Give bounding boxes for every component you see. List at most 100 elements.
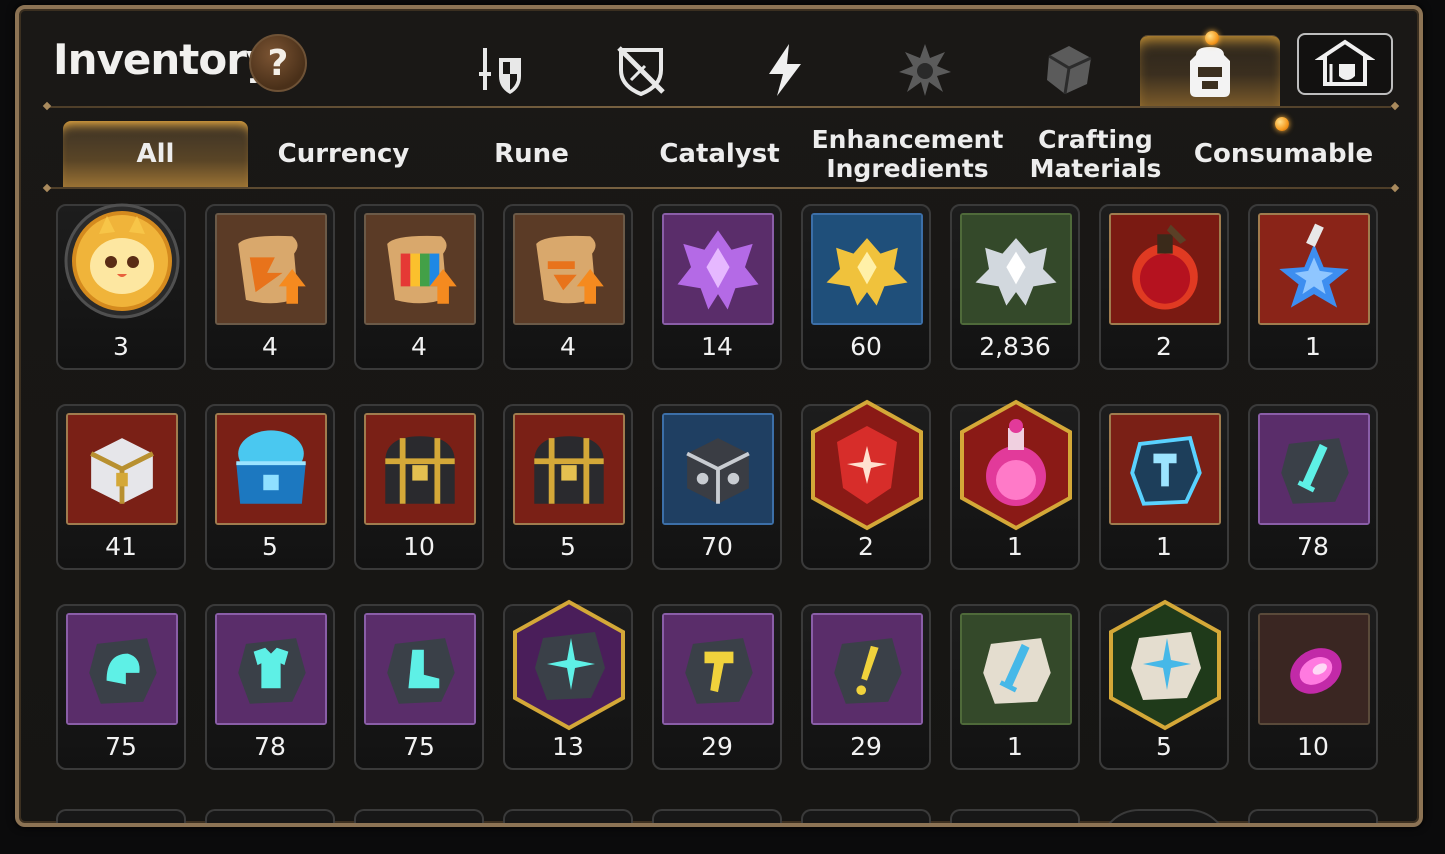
subtab-crafting-materials[interactable]: Crafting Materials	[1003, 121, 1188, 187]
divider-end	[1390, 183, 1400, 193]
tab-guild-hall[interactable]	[1297, 33, 1393, 95]
item-count: 13	[552, 732, 584, 761]
item-slot[interactable]: 1	[950, 604, 1080, 770]
item-slot[interactable]: 13	[503, 599, 633, 770]
item-slot-partial[interactable]	[56, 809, 186, 823]
item-slot[interactable]: 70	[652, 404, 782, 570]
item-count: 1	[1007, 732, 1023, 761]
item-slot[interactable]: 78	[205, 604, 335, 770]
gold-chest-icon	[366, 415, 474, 523]
item-count: 75	[105, 732, 137, 761]
item-slot[interactable]: 78	[1248, 404, 1378, 570]
subtab-rune[interactable]: Rune	[439, 121, 624, 187]
item-count: 1	[1305, 332, 1321, 361]
item-slot[interactable]: 1	[950, 399, 1080, 570]
item-slot[interactable]: 14	[652, 204, 782, 370]
item-count: 75	[403, 732, 435, 761]
inventory-panel: Inventory ? All Currency Rune Catalyst E…	[15, 5, 1423, 827]
item-slot-partial[interactable]	[205, 809, 335, 823]
item-slot[interactable]: 4	[205, 204, 335, 370]
subtab-all[interactable]: All	[63, 121, 248, 187]
item-count: 4	[262, 332, 278, 361]
item-slot[interactable]: 29	[801, 604, 931, 770]
backpack-icon	[1190, 47, 1230, 97]
item-slot[interactable]: 75	[56, 604, 186, 770]
star-stone-icon	[513, 599, 625, 731]
subtab-catalyst[interactable]: Catalyst	[627, 121, 812, 187]
hammer-stone-icon	[664, 615, 772, 723]
page-title: Inventory	[53, 35, 273, 84]
item-slot[interactable]: 75	[354, 604, 484, 770]
silver-crystal-icon	[962, 215, 1070, 323]
frame-corner	[1399, 9, 1419, 29]
tab-gear-burst[interactable]	[855, 35, 995, 105]
item-count: 3	[113, 332, 129, 361]
item-slot[interactable]: 1	[1099, 404, 1229, 570]
frame-corner	[19, 9, 39, 29]
tab-sword-shield[interactable]	[431, 35, 571, 105]
tab-backpack[interactable]	[1140, 35, 1280, 106]
item-slot[interactable]: 4	[354, 204, 484, 370]
item-slot-partial[interactable]	[1099, 809, 1229, 823]
item-slot[interactable]: 1	[1248, 204, 1378, 370]
red-gem-icon	[811, 399, 923, 531]
rainbow-scroll-icon	[366, 215, 474, 323]
item-slot[interactable]: 2	[1099, 204, 1229, 370]
item-slot[interactable]: 10	[1248, 604, 1378, 770]
subtab-enhancement-ingredients[interactable]: Enhancement Ingredients	[812, 121, 1004, 187]
frame-corner	[1399, 803, 1419, 823]
white-star-stone-icon	[1109, 599, 1221, 731]
gold-crystal-icon	[813, 215, 921, 323]
notification-dot	[1275, 117, 1289, 131]
broken-shield-icon	[617, 46, 665, 97]
item-slot-partial[interactable]	[950, 809, 1080, 823]
steel-box-icon	[664, 415, 772, 523]
item-count: 10	[1297, 732, 1329, 761]
lightning-icon	[769, 44, 801, 96]
tab-lightning[interactable]	[715, 35, 855, 105]
sword-shield-icon	[479, 48, 521, 94]
item-slot[interactable]: 3	[56, 203, 186, 370]
item-count: 29	[850, 732, 882, 761]
helmet-stone-icon	[68, 615, 176, 723]
item-count: 1	[1156, 532, 1172, 561]
item-count: 2	[1156, 332, 1172, 361]
item-slot[interactable]: 41	[56, 404, 186, 570]
subtab-consumable[interactable]: Consumable	[1191, 121, 1376, 187]
item-slot-partial[interactable]	[652, 809, 782, 823]
item-slot[interactable]: 10	[354, 404, 484, 570]
item-count: 70	[701, 532, 733, 561]
item-slot-partial[interactable]	[503, 809, 633, 823]
hammer-rune-icon	[1111, 415, 1219, 523]
pink-flask-icon	[960, 399, 1072, 531]
item-slot[interactable]: 5	[205, 404, 335, 570]
item-count: 29	[701, 732, 733, 761]
item-slot[interactable]: 5	[1099, 599, 1229, 770]
tab-broken-shield[interactable]	[571, 35, 711, 105]
upgrade-scroll-icon	[515, 215, 623, 323]
item-slot-partial[interactable]	[801, 809, 931, 823]
item-slot[interactable]: 2	[801, 399, 931, 570]
tab-cube[interactable]	[999, 35, 1139, 105]
pink-orb-icon	[1260, 615, 1368, 723]
item-slot[interactable]: 2,836	[950, 204, 1080, 370]
item-count: 4	[411, 332, 427, 361]
divider-end	[42, 183, 52, 193]
divider	[47, 106, 1391, 108]
boot-stone-icon	[366, 615, 474, 723]
help-button[interactable]: ?	[249, 34, 307, 92]
item-slot[interactable]: 29	[652, 604, 782, 770]
item-slot[interactable]: 5	[503, 404, 633, 570]
item-count: 5	[1156, 732, 1172, 761]
divider-end	[42, 101, 52, 111]
gold-chest-icon	[515, 415, 623, 523]
purple-crystal-icon	[664, 215, 772, 323]
blue-chest-icon	[217, 415, 325, 523]
subtab-currency[interactable]: Currency	[251, 121, 436, 187]
item-slot-partial[interactable]	[1248, 809, 1378, 823]
item-slot-partial[interactable]	[354, 809, 484, 823]
item-slot[interactable]: 4	[503, 204, 633, 370]
item-slot[interactable]: 60	[801, 204, 931, 370]
divider	[47, 187, 1391, 189]
mascot-pet-icon	[64, 203, 180, 319]
